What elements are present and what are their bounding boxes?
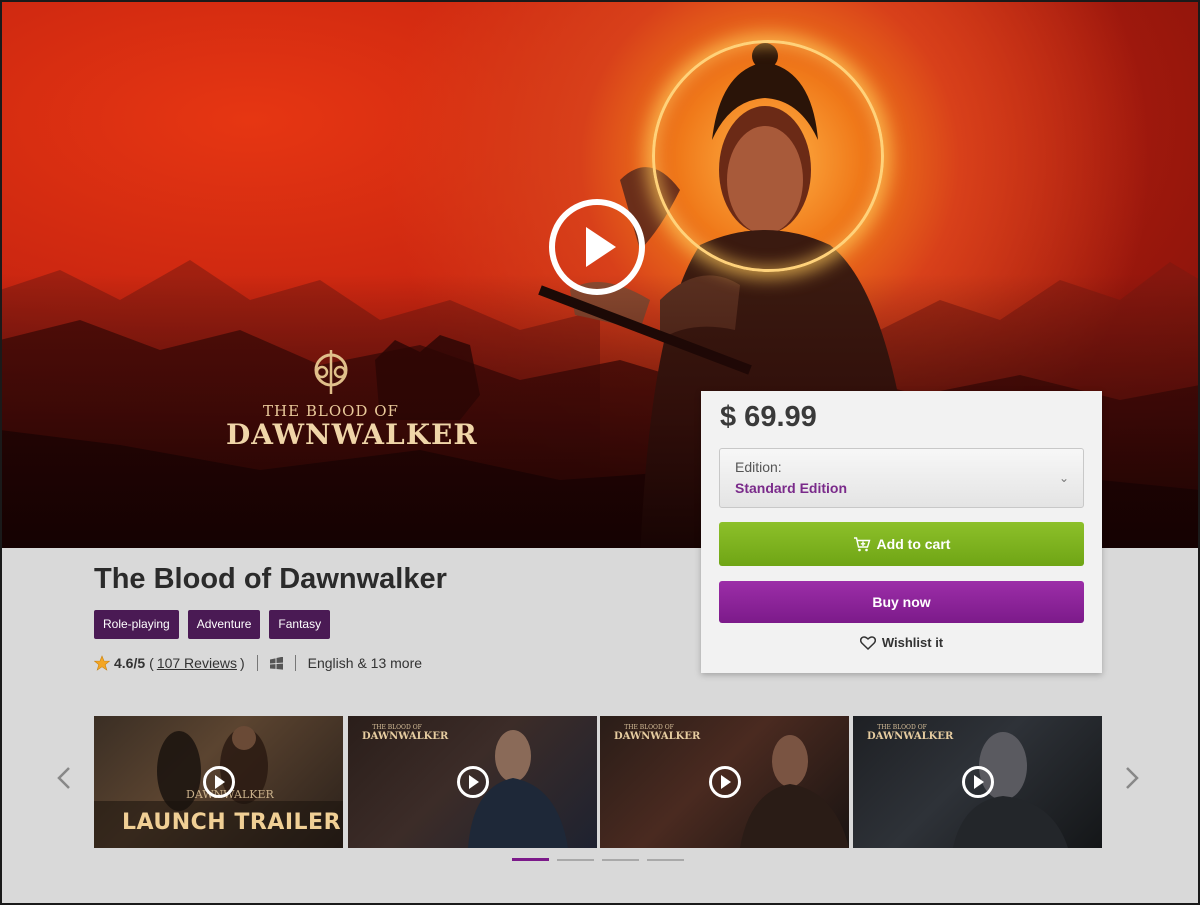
thumbnail-logo-line-1: THE BLOOD OF — [624, 724, 674, 731]
buy-now-button[interactable]: Buy now — [719, 581, 1084, 623]
meta-divider — [256, 655, 258, 671]
reviews-link[interactable]: 107 Reviews — [157, 655, 237, 671]
meta-divider — [294, 655, 296, 671]
edition-value: Standard Edition — [735, 480, 847, 496]
windows-icon — [269, 656, 283, 670]
play-icon — [586, 227, 616, 267]
tag-role-playing[interactable]: Role-playing — [94, 610, 179, 639]
wishlist-label: Wishlist it — [881, 635, 944, 650]
play-trailer-button[interactable] — [549, 199, 645, 295]
carousel-thumbnail[interactable]: THE BLOOD OF DAWNWALKER — [348, 716, 597, 848]
logo-emblem-icon — [314, 350, 348, 394]
price: $ 69.99 — [720, 401, 817, 433]
logo-line-2: DAWNWALKER — [226, 418, 478, 451]
cart-plus-icon — [853, 537, 870, 552]
thumbnail-logo-line-1: THE BLOOD OF — [372, 724, 422, 731]
add-to-cart-button[interactable]: Add to cart — [719, 522, 1084, 566]
edition-select[interactable]: Edition: Standard Edition ⌄ — [719, 448, 1084, 508]
thumbnail-logo: THE BLOOD OF DAWNWALKER — [614, 724, 701, 742]
rating-value: 4.6/5 — [114, 655, 146, 671]
carousel-page-indicator[interactable] — [602, 859, 639, 861]
thumbnail-overlay-text: LAUNCH TRAILER — [122, 810, 342, 835]
carousel-pagination — [512, 858, 684, 861]
game-logo: THE BLOOD OF DAWNWALKER — [226, 348, 478, 451]
thumbnail-logo-line-2: DAWNWALKER — [867, 731, 954, 742]
wishlist-button[interactable]: Wishlist it — [701, 635, 1102, 650]
play-icon — [202, 766, 235, 798]
heart-icon — [859, 635, 876, 650]
tag-fantasy[interactable]: Fantasy — [269, 610, 331, 639]
thumbnail-logo-line-1: THE BLOOD OF — [877, 724, 927, 731]
carousel-prev-button[interactable] — [52, 761, 76, 795]
play-icon — [708, 766, 741, 798]
purchase-panel: $ 69.99 Edition: Standard Edition ⌄ Add … — [701, 391, 1102, 673]
play-icon — [961, 766, 994, 798]
carousel-thumbnail[interactable]: THE BLOOD OF DAWNWALKER — [600, 716, 849, 848]
languages-text[interactable]: English & 13 more — [308, 655, 422, 671]
chevron-right-icon — [1126, 767, 1139, 789]
thumbnail-logo-line-2: DAWNWALKER — [362, 731, 449, 742]
thumbnail-logo-line-2: DAWNWALKER — [614, 731, 701, 742]
tag-adventure[interactable]: Adventure — [187, 610, 261, 639]
carousel-page-indicator[interactable] — [512, 858, 549, 861]
star-icon — [94, 655, 110, 671]
reviews-open-paren: ( — [149, 655, 154, 671]
reviews-close-paren: ) — [239, 655, 245, 671]
play-icon — [456, 766, 489, 798]
chevron-down-icon: ⌄ — [1058, 471, 1069, 485]
carousel-thumbnail[interactable]: THE BLOOD OF DAWNWALKER — [853, 716, 1102, 848]
add-to-cart-label: Add to cart — [876, 536, 951, 552]
edition-label: Edition: — [735, 459, 782, 475]
carousel-page-indicator[interactable] — [557, 859, 594, 861]
carousel-page-indicator[interactable] — [647, 859, 684, 861]
product-title: The Blood of Dawnwalker — [94, 563, 447, 595]
carousel-next-button[interactable] — [1120, 761, 1144, 795]
carousel-thumbnail[interactable]: DAWNWALKER LAUNCH TRAILER — [94, 716, 343, 848]
thumbnail-logo: THE BLOOD OF DAWNWALKER — [362, 724, 449, 742]
genre-tags: Role-playing Adventure Fantasy — [94, 610, 331, 639]
product-meta: 4.6/5 ( 107 Reviews ) English & 13 more — [94, 654, 422, 672]
chevron-left-icon — [57, 767, 70, 789]
thumbnail-logo: THE BLOOD OF DAWNWALKER — [867, 724, 954, 742]
